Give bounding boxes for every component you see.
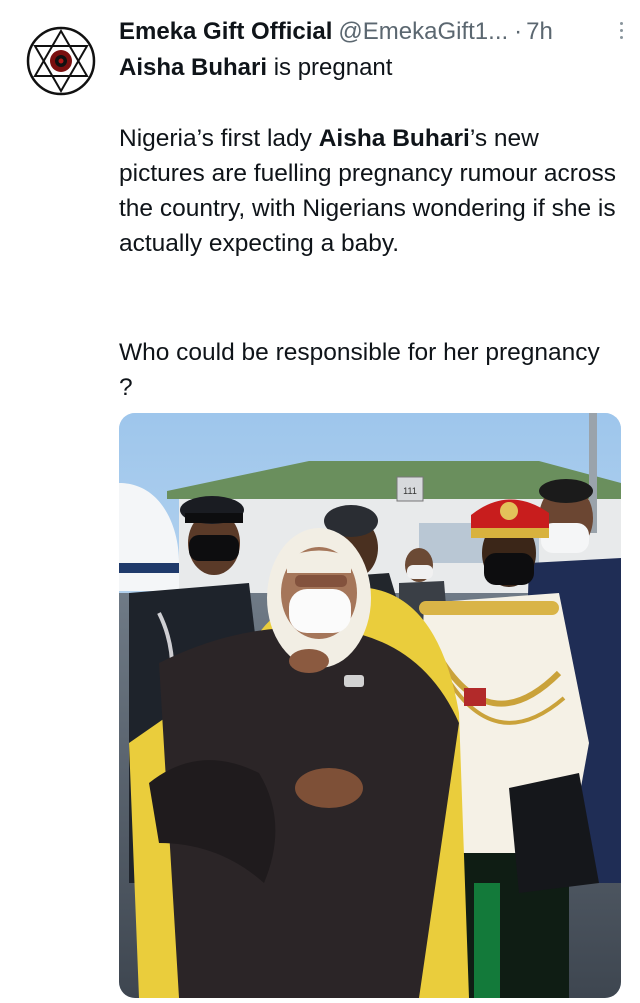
- headline-rest: is pregnant: [267, 54, 393, 81]
- body-bold: Aisha Buhari: [318, 125, 470, 152]
- tweet-photo[interactable]: 111: [119, 413, 621, 998]
- author-avatar[interactable]: [26, 26, 96, 96]
- building-sign: 111: [403, 486, 417, 496]
- more-vertical-icon[interactable]: [617, 22, 625, 44]
- headline-bold: Aisha Buhari: [119, 54, 268, 81]
- tweet-header: Emeka Gift Official @EmekaGift1... · 7h: [119, 16, 629, 48]
- tweet: Emeka Gift Official @EmekaGift1... · 7h …: [0, 0, 640, 1003]
- tweet-body: Nigeria’s first lady Aisha Buhari’s new …: [119, 121, 619, 261]
- author-handle[interactable]: @EmekaGift1...: [338, 18, 508, 46]
- separator-dot: ·: [514, 18, 523, 45]
- hexagram-logo-icon: [26, 26, 96, 96]
- photo-illustration: 111: [119, 413, 621, 998]
- author-name[interactable]: Emeka Gift Official: [119, 18, 332, 46]
- body-part1: Nigeria’s first lady: [119, 125, 319, 152]
- tweet-headline: Aisha Buhari is pregnant: [119, 52, 629, 84]
- tweet-question: Who could be responsible for her pregnan…: [119, 339, 600, 401]
- tweet-time[interactable]: 7h: [526, 18, 553, 46]
